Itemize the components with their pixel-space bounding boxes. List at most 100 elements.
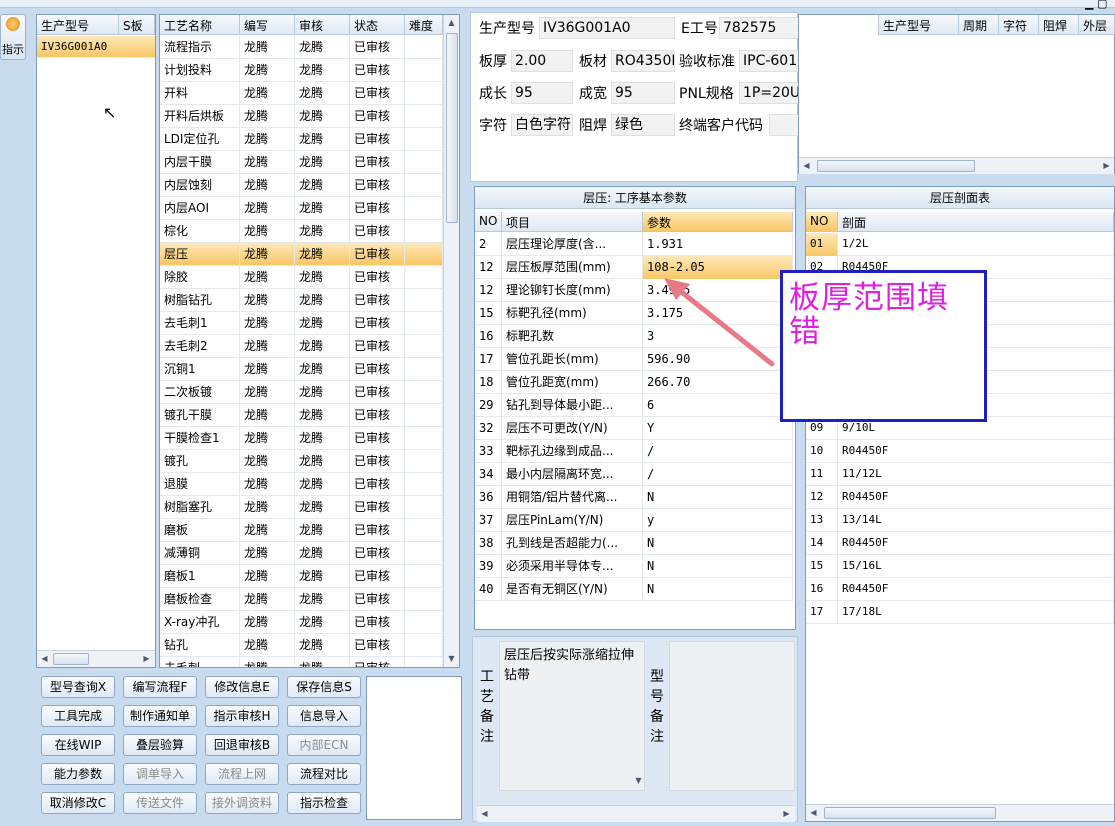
table-row[interactable]: LDI定位孔 龙腾 龙腾 已审核 [160,128,443,151]
column-header[interactable]: 难度 [405,15,443,35]
scroll-thumb[interactable] [53,653,89,665]
action-button[interactable]: 回退审核B [205,734,279,756]
action-button[interactable]: 接外调资料 [205,792,279,814]
column-header[interactable]: NO [806,212,838,232]
table-row[interactable]: 40 是否有无铜区(Y/N) N [475,578,793,601]
table-row[interactable]: 36 用铜箔/铝片替代离... N [475,486,793,509]
scroll-up-icon[interactable]: ▲ [444,15,459,30]
action-button[interactable]: 流程上网 [205,763,279,785]
table-row[interactable]: 镀孔 龙腾 龙腾 已审核 [160,450,443,473]
material-field[interactable]: RO4350B [611,50,675,72]
table-row[interactable]: 11 11/12L [806,463,1114,486]
action-button[interactable]: 保存信息S [287,676,361,698]
table-row[interactable]: 2 层压理论厚度(含... 1.931 [475,233,793,256]
table-row[interactable]: 树脂钻孔 龙腾 龙腾 已审核 [160,289,443,312]
table-row[interactable]: 14 R04450F [806,532,1114,555]
scroll-left-icon[interactable]: ◀ [799,158,814,173]
table-row[interactable]: 开料 龙腾 龙腾 已审核 [160,82,443,105]
table-row[interactable]: 树脂塞孔 龙腾 龙腾 已审核 [160,496,443,519]
pnl-field[interactable]: 1P=20U [739,82,799,104]
horizontal-scrollbar[interactable]: ◀ ▶ [37,650,155,667]
table-row[interactable]: X-ray冲孔 龙腾 龙腾 已审核 [160,611,443,634]
table-row[interactable]: 01 1/2L [806,233,1114,256]
column-header[interactable]: 项目 [502,212,643,232]
table-row[interactable]: 磨板1 龙腾 龙腾 已审核 [160,565,443,588]
table-row[interactable]: 17 17/18L [806,601,1114,624]
table-row[interactable]: 39 必须采用半导体专... N [475,555,793,578]
table-row[interactable]: 15 15/16L [806,555,1114,578]
table-row[interactable]: 去毛刺2 龙腾 龙腾 已审核 [160,335,443,358]
scroll-down-icon[interactable]: ▼ [444,651,459,666]
action-button[interactable]: 修改信息E [205,676,279,698]
table-row[interactable]: 流程指示 龙腾 龙腾 已审核 [160,36,443,59]
action-button[interactable]: 取消修改C [41,792,115,814]
table-row[interactable]: 去毛刺1 龙腾 龙腾 已审核 [160,312,443,335]
action-button[interactable]: 编写流程F [123,676,197,698]
table-row[interactable]: 层压 龙腾 龙腾 已审核 [160,243,443,266]
table-row[interactable]: 33 靶标孔边缘到成品... / [475,440,793,463]
scroll-thumb[interactable] [824,807,996,819]
standard-field[interactable]: IPC-6018 [739,50,799,72]
mask-field[interactable]: 绿色 [611,114,675,136]
table-row[interactable]: 开料后烘板 龙腾 龙腾 已审核 [160,105,443,128]
column-header[interactable]: 审核 [295,15,350,35]
table-row[interactable]: 13 13/14L [806,509,1114,532]
column-header[interactable]: 编写 [240,15,295,35]
column-header[interactable]: 剖面 [838,212,1114,232]
scroll-thumb[interactable] [817,160,975,172]
column-header[interactable]: 生产型号 [37,15,119,35]
instruction-button[interactable]: 指示 [0,14,26,60]
column-header[interactable]: 工艺名称 [160,15,240,35]
table-row[interactable]: 内层干膜 龙腾 龙腾 已审核 [160,151,443,174]
action-button[interactable]: 在线WIP [41,734,115,756]
customer-field[interactable] [769,114,799,136]
column-header[interactable]: 周期 [959,15,999,35]
scroll-left-icon[interactable]: ◀ [37,651,52,666]
table-row[interactable]: 退膜 龙腾 龙腾 已审核 [160,473,443,496]
action-button[interactable]: 制作通知单 [123,705,197,727]
column-header[interactable]: 状态 [350,15,405,35]
width-field[interactable]: 95 [611,82,675,104]
action-button[interactable]: 传送文件 [123,792,197,814]
window-controls[interactable]: ▁ ▢ [1085,0,1107,10]
table-row[interactable]: 钻孔 龙腾 龙腾 已审核 [160,634,443,657]
table-row[interactable]: 34 最小内层隔离环宽... / [475,463,793,486]
scroll-left-icon[interactable]: ◀ [806,805,821,820]
model-remark-textarea[interactable] [669,641,795,791]
table-row[interactable]: 去毛刺 龙腾 龙腾 已审核 [160,657,443,667]
table-row[interactable]: 37 层压PinLam(Y/N) y [475,509,793,532]
action-button[interactable]: 流程对比 [287,763,361,785]
column-header[interactable]: S板 [119,15,155,35]
scroll-right-icon[interactable]: ▶ [1099,158,1114,173]
vertical-scrollbar[interactable]: ▲ ▼ [443,15,459,667]
horizontal-scrollbar[interactable]: ◀ ▶ [799,157,1114,174]
table-row[interactable]: 磨板 龙腾 龙腾 已审核 [160,519,443,542]
table-row[interactable]: 12 R04450F [806,486,1114,509]
column-header[interactable]: 生产型号 [879,15,959,35]
table-row[interactable]: 镀孔干膜 龙腾 龙腾 已审核 [160,404,443,427]
column-header[interactable]: NO [475,212,502,232]
action-button[interactable]: 能力参数 [41,763,115,785]
action-button[interactable]: 型号查询X [41,676,115,698]
action-button[interactable]: 信息导入 [287,705,361,727]
action-button[interactable]: 内部ECN [287,734,361,756]
scroll-left-icon[interactable]: ◀ [477,806,492,821]
horizontal-scrollbar[interactable]: ◀ [806,804,1114,821]
model-field[interactable]: IV36G001A0 [539,17,675,39]
scroll-right-icon[interactable]: ▶ [779,806,794,821]
action-button[interactable]: 指示审核H [205,705,279,727]
table-row[interactable]: 棕化 龙腾 龙腾 已审核 [160,220,443,243]
table-row[interactable]: 二次板镀 龙腾 龙腾 已审核 [160,381,443,404]
action-button[interactable]: 叠层验算 [123,734,197,756]
thickness-field[interactable]: 2.00 [511,50,573,72]
table-row[interactable]: 减薄铜 龙腾 龙腾 已审核 [160,542,443,565]
table-row[interactable]: 32 层压不可更改(Y/N) Y [475,417,793,440]
scroll-thumb[interactable] [446,33,458,223]
scroll-down-icon[interactable]: ▼ [631,773,646,788]
table-row[interactable]: 干膜检查1 龙腾 龙腾 已审核 [160,427,443,450]
column-header[interactable]: 字符 [999,15,1039,35]
table-row[interactable]: 磨板检查 龙腾 龙腾 已审核 [160,588,443,611]
scroll-right-icon[interactable]: ▶ [139,651,154,666]
length-field[interactable]: 95 [511,82,573,104]
process-remark-textarea[interactable]: 层压后按实际涨缩拉伸钻带 [499,641,645,791]
